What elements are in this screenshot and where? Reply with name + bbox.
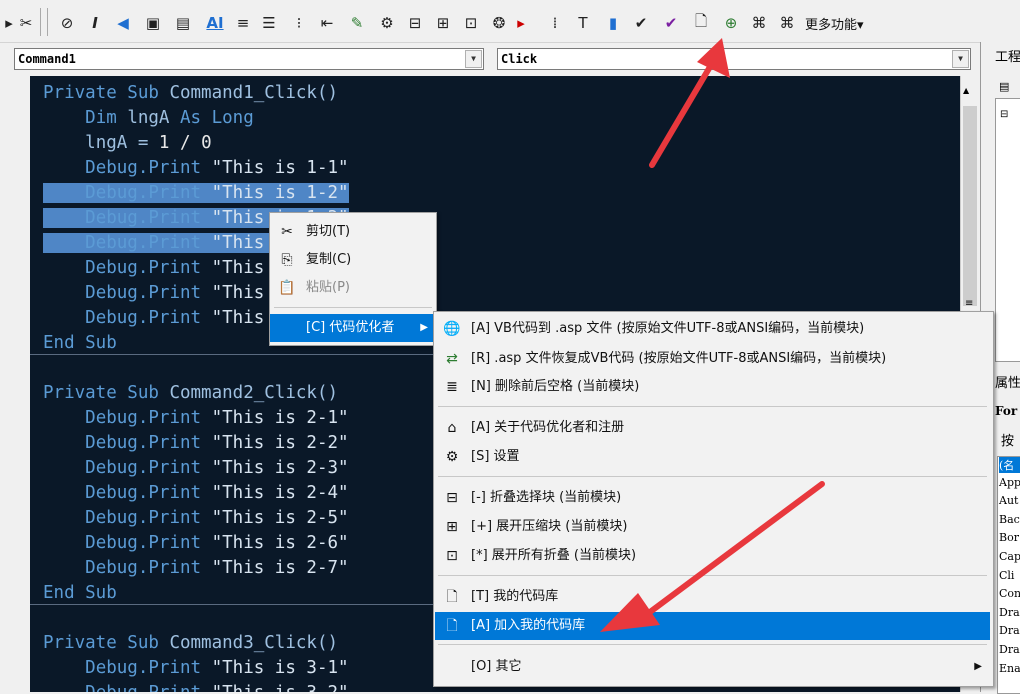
annotation-arrow-bottom-head <box>600 593 660 632</box>
annotation-arrows <box>600 38 825 632</box>
annotation-arrow-top-head <box>697 38 730 78</box>
annotation-arrow-top-shaft <box>649 57 717 168</box>
annotation-arrow-bottom-shaft <box>647 481 825 615</box>
